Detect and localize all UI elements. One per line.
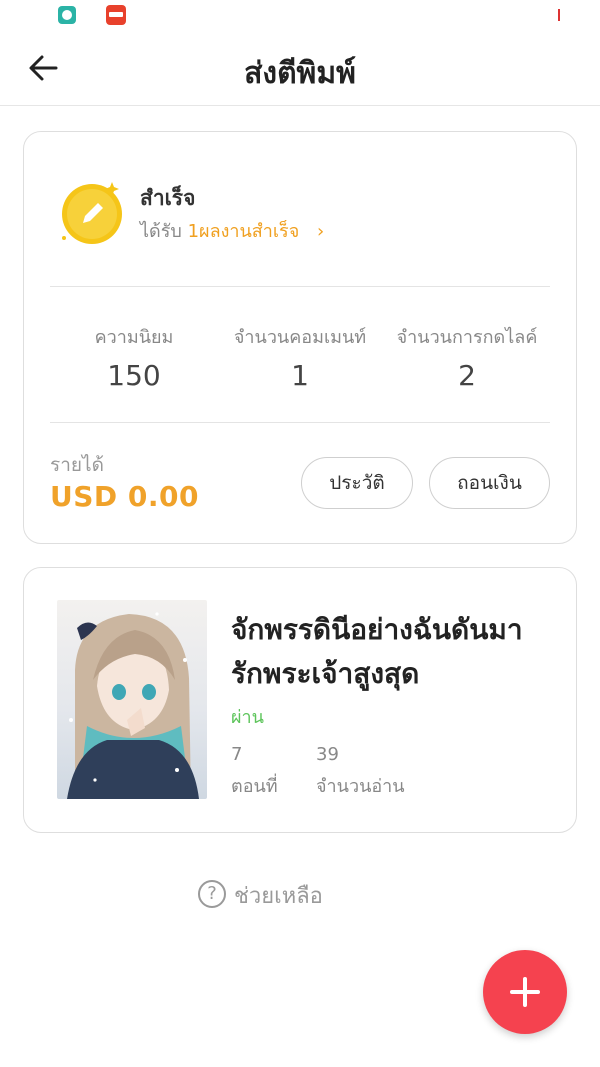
episodes-value: 7 — [231, 744, 243, 765]
work-status-badge: ผ่าน — [231, 707, 264, 728]
stat-value: 1 — [291, 359, 309, 392]
divider — [50, 422, 550, 423]
top-header: ส่งตีพิมพ์ — [0, 32, 600, 106]
reads-label: จำนวนอ่าน — [316, 776, 405, 797]
signal-icon — [558, 9, 560, 21]
pencil-coin-icon — [62, 182, 122, 244]
stat-popularity: ความนิยม 150 — [49, 322, 219, 392]
work-cover-image — [57, 600, 207, 799]
episodes-label: ตอนที่ — [231, 776, 278, 797]
stat-likes: จำนวนการกดไลค์ 2 — [382, 322, 552, 392]
manga-app-icon — [106, 5, 126, 25]
work-title[interactable]: จักพรรดินีอย่างฉันดันมารักพระเจ้าสูงสุด — [231, 608, 531, 696]
earnings-stats-card: สำเร็จ ได้รับ 1ผลงานสำเร็จ › ความนิยม 15… — [23, 131, 577, 544]
chat-app-icon — [58, 6, 76, 24]
question-circle-icon: ? — [198, 880, 226, 908]
stat-label: จำนวนการกดไลค์ — [396, 327, 538, 348]
history-button[interactable]: ประวัติ — [301, 457, 413, 509]
status-label: สำเร็จ — [140, 186, 196, 210]
status-prefix: ได้รับ — [140, 221, 182, 242]
stat-value: 150 — [107, 359, 161, 392]
reads-value: 39 — [316, 744, 339, 765]
income-label: รายได้ — [50, 454, 104, 476]
page-title: ส่งตีพิมพ์ — [244, 56, 356, 91]
stat-comments: จำนวนคอมเมนท์ 1 — [215, 322, 385, 392]
income-value: USD 0.00 — [50, 480, 199, 513]
completed-count: 1ผลงานสำเร็จ — [187, 221, 300, 242]
divider — [50, 286, 550, 287]
status-bar — [0, 0, 600, 32]
stat-label: จำนวนคอมเมนท์ — [233, 327, 367, 348]
chevron-right-icon: › — [317, 221, 325, 242]
stat-value: 2 — [458, 359, 476, 392]
work-card[interactable]: จักพรรดินีอย่างฉันดันมารักพระเจ้าสูงสุด … — [23, 567, 577, 833]
completed-works-link[interactable]: ได้รับ 1ผลงานสำเร็จ › — [140, 216, 324, 245]
stat-label: ความนิยม — [94, 327, 174, 348]
add-work-button[interactable] — [483, 950, 567, 1034]
withdraw-button[interactable]: ถอนเงิน — [429, 457, 550, 509]
help-label: ช่วยเหลือ — [234, 884, 323, 909]
